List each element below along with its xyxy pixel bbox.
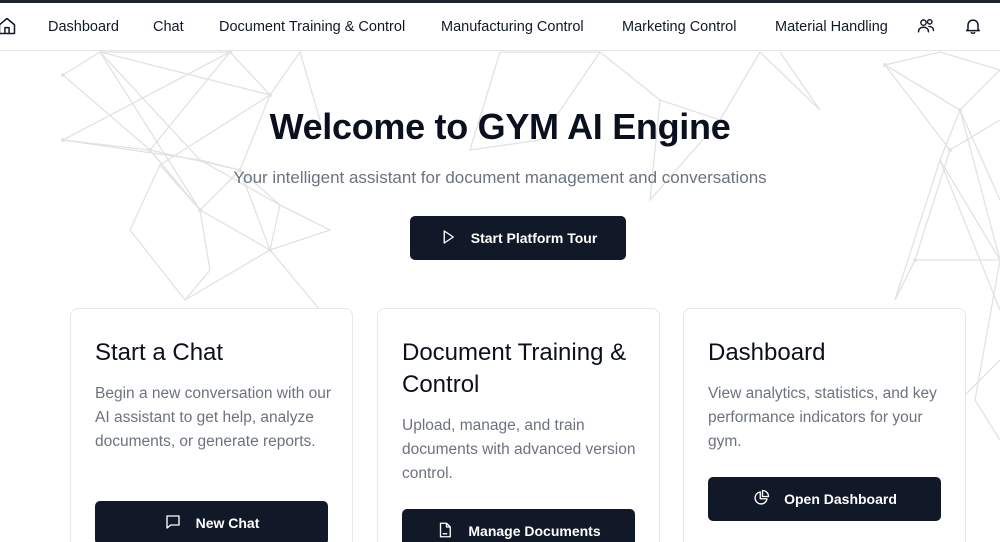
nav-item-chat[interactable]: Chat [153,3,184,51]
page-title: Welcome to GYM AI Engine [269,106,731,147]
manage-documents-button[interactable]: Manage Documents [402,509,635,542]
manage-documents-label: Manage Documents [468,523,601,539]
nav-item-document-training[interactable]: Document Training & Control [219,3,405,51]
card-title: Start a Chat [95,339,224,366]
card-start-chat: Start a Chat Begin a new conversation wi… [70,308,353,542]
new-chat-label: New Chat [195,515,260,531]
message-square-icon [164,513,182,534]
bell-icon[interactable] [963,16,983,36]
pie-chart-icon [752,489,770,510]
play-icon [439,228,457,249]
card-description: Upload, manage, and train documents with… [402,417,636,482]
home-icon[interactable] [0,16,17,36]
nav-item-marketing-control[interactable]: Marketing Control [622,3,736,51]
card-description: Begin a new conversation with our AI ass… [95,385,332,450]
card-title: Dashboard [708,339,826,366]
card-dashboard: Dashboard View analytics, statistics, an… [683,308,966,542]
new-chat-button[interactable]: New Chat [95,501,328,542]
open-dashboard-button[interactable]: Open Dashboard [708,477,941,521]
open-dashboard-label: Open Dashboard [784,491,897,507]
nav-item-dashboard[interactable]: Dashboard [48,3,119,51]
file-icon [436,521,454,542]
users-icon[interactable] [916,16,936,36]
start-tour-label: Start Platform Tour [470,230,598,246]
card-description: View analytics, statistics, and key perf… [708,385,937,450]
start-tour-button[interactable]: Start Platform Tour [410,216,626,260]
top-navbar: Dashboard Chat Document Training & Contr… [0,3,1000,51]
nav-item-manufacturing-control[interactable]: Manufacturing Control [441,3,584,51]
card-title: Document Training & Control [402,339,627,398]
card-document-training: Document Training & Control Upload, mana… [377,308,660,542]
nav-item-material-handling[interactable]: Material Handling [775,3,888,51]
page-subtitle: Your intelligent assistant for document … [233,168,767,187]
